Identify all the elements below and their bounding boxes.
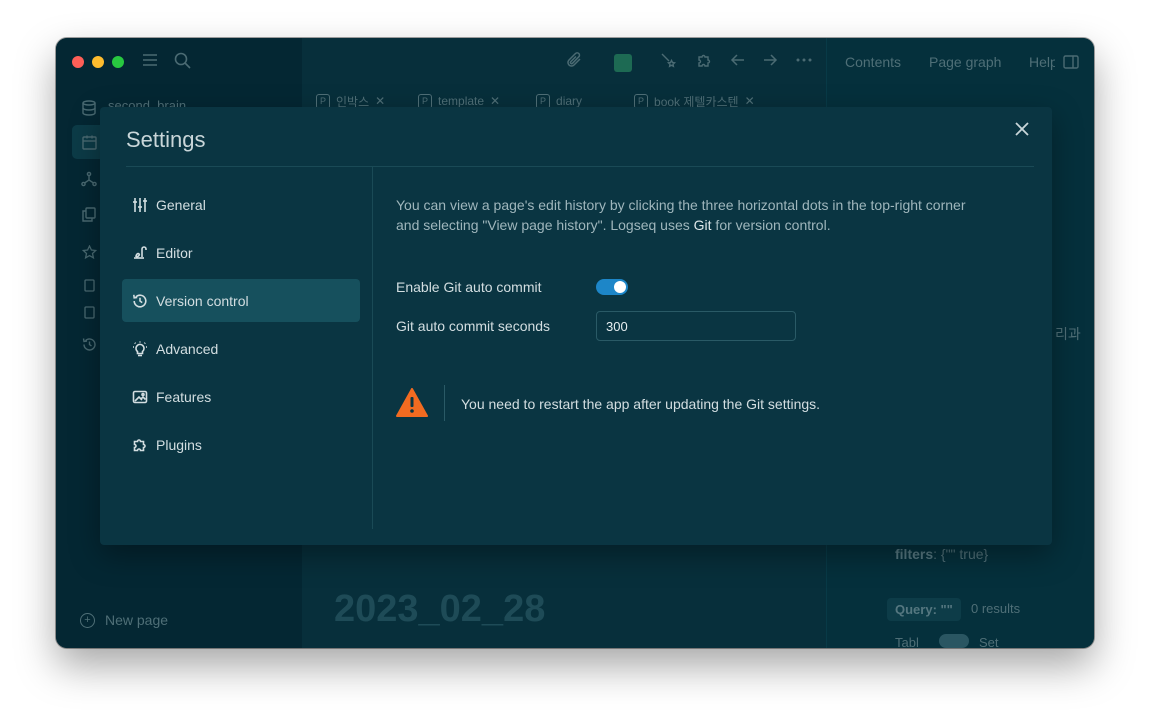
settings-nav-editor[interactable]: Editor	[122, 231, 360, 274]
puzzle-icon	[133, 438, 146, 451]
graph-view-icon[interactable]	[80, 170, 98, 188]
more-dots-icon[interactable]	[796, 52, 812, 73]
filters-line: filters: {"" true}	[895, 546, 989, 562]
plus-icon: +	[80, 612, 95, 628]
close-settings-button[interactable]	[1010, 119, 1034, 143]
writing-icon	[134, 245, 147, 259]
bulb-icon	[133, 341, 147, 356]
tab-help[interactable]: Help	[1029, 54, 1055, 70]
table-label: Tabl	[895, 635, 919, 648]
zoom-window-button[interactable]	[112, 56, 124, 68]
settings-divider	[126, 166, 1034, 167]
all-pages-icon[interactable]	[80, 205, 98, 223]
plugins-puzzle-icon[interactable]	[696, 52, 713, 74]
git-seconds-input[interactable]	[596, 311, 796, 341]
attachment-icon[interactable]	[566, 52, 583, 74]
database-icon[interactable]	[80, 99, 98, 117]
sidebar-snippet-text: 리과 (	[1055, 326, 1085, 342]
warning-icon	[396, 388, 428, 417]
journal-date-title[interactable]: 2023_02_28	[334, 588, 545, 631]
back-arrow-icon[interactable]	[730, 52, 746, 73]
tab-contents[interactable]: Contents	[845, 54, 901, 70]
git-seconds-label: Git auto commit seconds	[396, 318, 551, 334]
image-icon	[132, 390, 148, 403]
menu-icon[interactable]	[142, 52, 158, 73]
new-page-button[interactable]: + New page	[80, 612, 168, 628]
settings-nav-advanced[interactable]: Advanced	[122, 327, 360, 370]
settings-nav-label: Version control	[156, 292, 249, 309]
wand-icon[interactable]	[660, 52, 677, 74]
settings-nav-features[interactable]: Features	[122, 375, 360, 418]
new-page-label: New page	[105, 612, 169, 628]
git-auto-commit-label: Enable Git auto commit	[396, 279, 542, 295]
git-auto-commit-toggle[interactable]	[596, 279, 628, 295]
history-icon	[133, 293, 147, 308]
favorites-star-icon[interactable]	[80, 243, 98, 261]
table-toggle[interactable]	[939, 634, 969, 648]
recent-history-icon[interactable]	[80, 335, 98, 353]
query-results: 0 results	[971, 601, 1021, 616]
settings-nav-label: Plugins	[156, 436, 202, 453]
set-label: Set	[979, 635, 999, 648]
settings-nav-label: Features	[156, 388, 212, 405]
close-tab-icon[interactable]: ✕	[490, 94, 500, 108]
settings-nav: General Editor Version control Advanced …	[122, 183, 360, 471]
settings-vertical-divider	[372, 167, 373, 529]
version-control-description: You can view a page's edit history by cl…	[396, 197, 966, 233]
settings-nav-label: Advanced	[156, 340, 219, 357]
restart-warning-text: You need to restart the app after updati…	[461, 396, 821, 412]
favorite-page-icon-2[interactable]	[80, 303, 98, 321]
forward-arrow-icon[interactable]	[762, 52, 778, 73]
settings-nav-label: General	[156, 196, 206, 213]
settings-nav-general[interactable]: General	[122, 183, 360, 226]
git-link[interactable]: Git	[694, 217, 712, 233]
settings-nav-version-control[interactable]: Version control	[122, 279, 360, 322]
app-window: second_brain + New page P 인박스 ✕ P templa…	[56, 38, 1094, 648]
close-window-button[interactable]	[72, 56, 84, 68]
settings-title: Settings	[126, 127, 206, 152]
search-icon[interactable]	[174, 52, 191, 74]
sliders-icon	[133, 197, 147, 212]
query-pill[interactable]: Query: ""	[887, 598, 961, 621]
toggle-sidebar-icon[interactable]	[1063, 54, 1079, 75]
settings-modal: Settings General Editor Version control …	[100, 107, 1052, 545]
sync-status-indicator[interactable]	[614, 54, 632, 72]
settings-nav-plugins[interactable]: Plugins	[122, 423, 360, 466]
toggle-knob	[614, 281, 626, 293]
minimize-window-button[interactable]	[92, 56, 104, 68]
close-tab-icon[interactable]: ✕	[375, 94, 385, 108]
favorite-page-icon[interactable]	[80, 276, 98, 294]
tab-page-graph[interactable]: Page graph	[929, 54, 1001, 70]
warning-divider	[444, 385, 445, 421]
close-icon	[1015, 122, 1029, 136]
close-tab-icon[interactable]: ✕	[745, 94, 755, 108]
settings-nav-label: Editor	[156, 244, 193, 261]
